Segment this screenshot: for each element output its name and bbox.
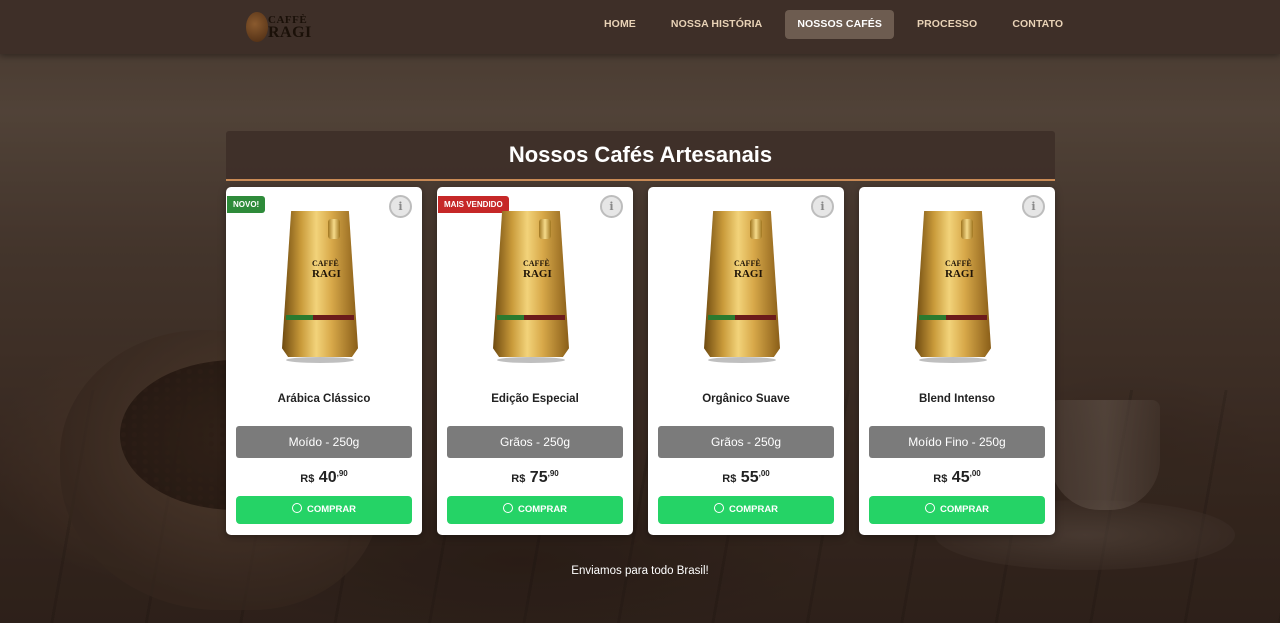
buy-label: COMPRAR xyxy=(517,504,568,515)
product-card: MAIS VENDIDO i CAFFÈ RAGI Edição Especia… xyxy=(437,187,633,535)
bag-label-bottom: RAGI xyxy=(734,268,763,280)
buy-label: COMPRAR xyxy=(306,504,357,515)
variant-select[interactable]: Grãos - 250g xyxy=(447,426,623,458)
variant-select[interactable]: Grãos - 250g xyxy=(658,426,834,458)
product-image: CAFFÈ RAGI xyxy=(282,201,358,363)
main-nav: HOME NOSSA HISTÓRIA NOSSOS CAFÉS PROCESS… xyxy=(592,10,1086,39)
logo-mark-icon xyxy=(246,12,268,42)
section-title: Nossos Cafés Artesanais xyxy=(226,131,1055,181)
info-icon[interactable]: i xyxy=(811,195,834,218)
info-icon[interactable]: i xyxy=(389,195,412,218)
product-name: Blend Intenso xyxy=(918,393,996,405)
price-integer: 75 xyxy=(529,469,548,486)
price-integer: 55 xyxy=(740,469,759,486)
info-icon[interactable]: i xyxy=(1022,195,1045,218)
price-decimal: ,90 xyxy=(547,469,559,478)
nav-nossos-cafes[interactable]: NOSSOS CAFÉS xyxy=(785,10,894,39)
price-decimal: ,90 xyxy=(336,469,348,478)
price-currency: R$ xyxy=(300,473,315,485)
product-price: R$ 55,00 xyxy=(648,469,844,487)
whatsapp-icon xyxy=(713,503,724,513)
product-image: CAFFÈ RAGI xyxy=(704,201,780,363)
brand-logo[interactable]: CAFFÈ RAGI xyxy=(246,10,318,44)
buy-button[interactable]: COMPRAR xyxy=(236,496,412,524)
product-price: R$ 45,00 xyxy=(859,469,1055,487)
bag-label-top: CAFFÈ xyxy=(312,259,339,268)
buy-button[interactable]: COMPRAR xyxy=(658,496,834,524)
buy-button[interactable]: COMPRAR xyxy=(447,496,623,524)
nav-contato[interactable]: CONTATO xyxy=(1000,10,1075,39)
product-name: Arábica Clássico xyxy=(277,393,371,405)
product-image: CAFFÈ RAGI xyxy=(915,201,991,363)
product-card: i CAFFÈ RAGI Orgânico Suave Grãos - 250g… xyxy=(648,187,844,535)
logo-text-bottom: RAGI xyxy=(268,24,312,41)
buy-label: COMPRAR xyxy=(728,504,779,515)
variant-select[interactable]: Moído Fino - 250g xyxy=(869,426,1045,458)
badge-new: NOVO! xyxy=(227,196,266,213)
price-integer: 40 xyxy=(318,469,337,486)
navbar: CAFFÈ RAGI HOME NOSSA HISTÓRIA NOSSOS CA… xyxy=(0,0,1280,54)
bag-label-top: CAFFÈ xyxy=(523,259,550,268)
info-icon[interactable]: i xyxy=(600,195,623,218)
buy-button[interactable]: COMPRAR xyxy=(869,496,1045,524)
price-currency: R$ xyxy=(511,473,526,485)
bag-label-top: CAFFÈ xyxy=(734,259,761,268)
shipping-note: Enviamos para todo Brasil! xyxy=(571,565,709,577)
product-card: NOVO! i CAFFÈ RAGI Arábica Clássico Moíd… xyxy=(226,187,422,535)
product-price: R$ 75,90 xyxy=(437,469,633,487)
bag-label-bottom: RAGI xyxy=(312,268,341,280)
product-price: R$ 40,90 xyxy=(226,469,422,487)
price-currency: R$ xyxy=(722,473,737,485)
nav-processo[interactable]: PROCESSO xyxy=(905,10,989,39)
whatsapp-icon xyxy=(502,503,513,513)
price-integer: 45 xyxy=(951,469,970,486)
whatsapp-icon xyxy=(924,503,935,513)
buy-label: COMPRAR xyxy=(939,504,990,515)
nav-home[interactable]: HOME xyxy=(592,10,648,39)
price-decimal: ,00 xyxy=(969,469,981,478)
product-grid: NOVO! i CAFFÈ RAGI Arábica Clássico Moíd… xyxy=(226,187,1055,535)
product-image: CAFFÈ RAGI xyxy=(493,201,569,363)
variant-select[interactable]: Moído - 250g xyxy=(236,426,412,458)
price-decimal: ,00 xyxy=(758,469,770,478)
whatsapp-icon xyxy=(291,503,302,513)
price-currency: R$ xyxy=(933,473,948,485)
bag-label-bottom: RAGI xyxy=(945,268,974,280)
product-card: i CAFFÈ RAGI Blend Intenso Moído Fino - … xyxy=(859,187,1055,535)
product-name: Edição Especial xyxy=(491,393,579,405)
product-name: Orgânico Suave xyxy=(702,393,790,405)
bag-label-top: CAFFÈ xyxy=(945,259,972,268)
nav-nossa-historia[interactable]: NOSSA HISTÓRIA xyxy=(659,10,774,39)
bag-label-bottom: RAGI xyxy=(523,268,552,280)
